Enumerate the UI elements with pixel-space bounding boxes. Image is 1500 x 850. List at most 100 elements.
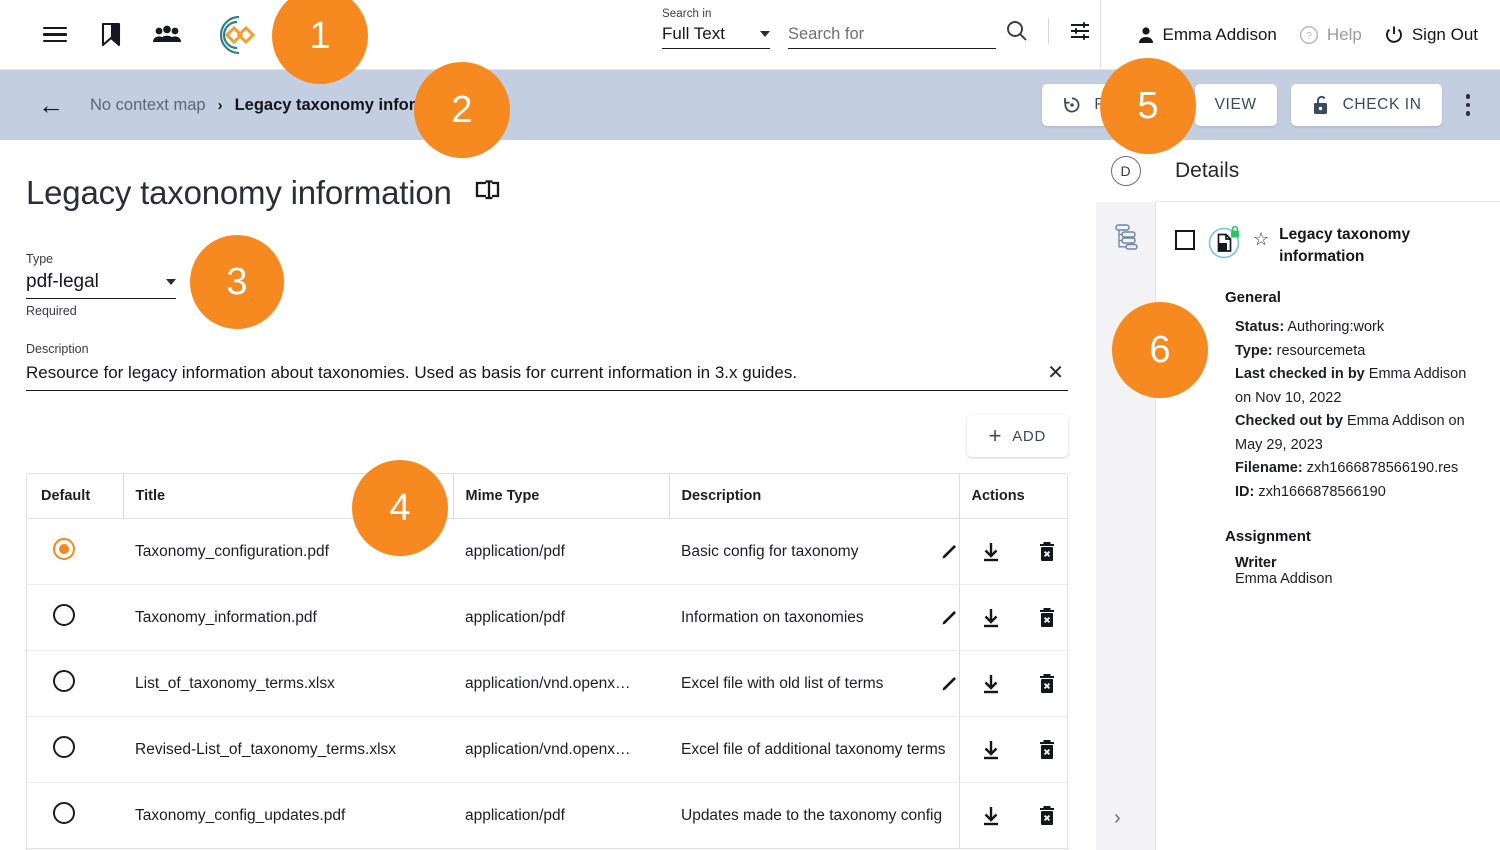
breadcrumb-parent[interactable]: No context map (90, 96, 206, 115)
default-radio[interactable] (53, 538, 75, 560)
type-select-value: pdf-legal (26, 271, 99, 292)
details-field-label: Status: (1235, 319, 1285, 336)
global-search: Search in Full Text Search for (662, 8, 996, 49)
clear-x-icon[interactable]: ✕ (1043, 363, 1068, 383)
back-arrow-icon[interactable]: ← (38, 92, 64, 118)
description-text: Excel file of additional taxonomy terms (681, 740, 946, 758)
cell-default (27, 584, 123, 651)
add-button[interactable]: + ADD (966, 415, 1068, 457)
annotation-badge-5: 5 (1100, 58, 1196, 154)
cell-actions (958, 782, 1069, 848)
cell-description: Information on taxonomies (669, 584, 959, 651)
details-field: Checked out by Emma Addison on May 29, 2… (1235, 410, 1482, 457)
checkbox-icon[interactable] (1175, 230, 1195, 250)
column-header-default[interactable]: Default (27, 474, 123, 519)
details-field-label: Checked out by (1235, 413, 1343, 430)
user-menu[interactable]: Emma Addison (1137, 25, 1277, 45)
details-assignment-person: Emma Addison (1235, 571, 1333, 588)
search-input[interactable]: Search for (788, 25, 996, 49)
hamburger-menu-icon[interactable] (38, 18, 72, 52)
description-input[interactable]: Resource for legacy information about ta… (26, 363, 1068, 391)
table-row[interactable]: Taxonomy_configuration.pdf application/pd… (27, 518, 1069, 585)
details-field: Status: Authoring:work (1235, 316, 1482, 339)
search-icon[interactable] (1000, 14, 1034, 48)
people-icon[interactable] (150, 18, 184, 52)
details-field-value: resourcemeta (1276, 342, 1366, 359)
cell-actions (958, 716, 1069, 783)
edit-pencil-icon[interactable] (939, 674, 959, 694)
add-label: ADD (1012, 427, 1046, 445)
table-row[interactable]: Taxonomy_information.pdf application/pdf I… (27, 584, 1069, 651)
search-in-label: Search in (662, 8, 712, 20)
type-field-label: Type (26, 252, 54, 266)
table-row[interactable]: Taxonomy_config_updates.pdf application/p… (27, 782, 1069, 848)
power-icon (1385, 26, 1402, 43)
details-field-value: Authoring:work (1287, 319, 1385, 336)
details-field: ID: zxh1666878566190 (1235, 481, 1482, 504)
cell-title: Taxonomy_config_updates.pdf (135, 806, 346, 824)
delete-trash-icon[interactable] (1036, 540, 1058, 564)
document-locked-icon (1205, 224, 1243, 262)
page-title-row: Legacy taxonomy information (26, 174, 1066, 212)
star-outline-icon[interactable]: ☆ (1253, 229, 1269, 250)
app-root: Search in Full Text Search for Emma Addi… (0, 0, 1500, 850)
view-button[interactable]: VIEW (1194, 84, 1277, 126)
check-in-button[interactable]: CHECK IN (1290, 84, 1442, 126)
cell-description: Excel file with old list of terms (669, 650, 959, 717)
default-radio[interactable] (53, 604, 75, 626)
delete-trash-icon[interactable] (1036, 804, 1058, 828)
svg-text:?: ? (1306, 30, 1312, 42)
search-in-field[interactable]: Search in Full Text (662, 8, 772, 49)
search-in-select[interactable]: Full Text (662, 24, 770, 49)
table-header-row: Default Title Mime Type Description Acti… (27, 474, 1069, 519)
plus-icon: + (988, 423, 1003, 448)
rename-text-icon[interactable] (474, 179, 502, 207)
column-header-mime-type[interactable]: Mime Type (452, 474, 669, 519)
delete-trash-icon[interactable] (1036, 738, 1058, 762)
infinity-logo-icon[interactable] (206, 12, 260, 58)
type-field-hint: Required (26, 304, 77, 318)
download-icon[interactable] (980, 739, 1002, 761)
details-field: Type: resourcemeta (1235, 340, 1482, 363)
column-header-description[interactable]: Description (668, 474, 959, 519)
annotation-badge-2: 2 (414, 62, 510, 158)
edit-pencil-icon[interactable] (939, 608, 959, 628)
revert-icon (1064, 97, 1080, 113)
top-bar-user-area: Emma Addison ? Help Sign Out (1137, 0, 1478, 70)
type-select[interactable]: pdf-legal (26, 271, 176, 299)
breadcrumb-bar: ← No context map › Legacy taxonomy infor… (0, 70, 1500, 140)
kebab-menu-icon[interactable] (1456, 88, 1481, 122)
view-label: VIEW (1214, 96, 1257, 113)
description-value: Resource for legacy information about ta… (26, 363, 798, 382)
edit-pencil-icon[interactable] (939, 542, 959, 562)
hierarchy-tree-icon[interactable] (1112, 222, 1140, 255)
help-button[interactable]: ? Help (1299, 25, 1362, 45)
table-row[interactable]: Revised-List_of_taxonomy_terms.xlsx appli… (27, 716, 1069, 783)
cell-mime-type: application/pdf (453, 584, 669, 651)
details-field-label: Filename: (1235, 460, 1303, 477)
delete-trash-icon[interactable] (1036, 606, 1058, 630)
default-radio[interactable] (53, 670, 75, 692)
cell-actions (958, 584, 1069, 651)
default-radio[interactable] (53, 736, 75, 758)
download-icon[interactable] (980, 673, 1002, 695)
download-icon[interactable] (980, 541, 1002, 563)
page-title: Legacy taxonomy information (26, 174, 452, 211)
add-button-row: + ADD (26, 415, 1068, 457)
download-icon[interactable] (980, 805, 1002, 827)
description-text: Information on taxonomies (681, 608, 864, 626)
chevron-right-icon[interactable]: › (1114, 807, 1121, 830)
details-field-value: zxh1666878566190 (1258, 483, 1386, 500)
sign-out-button[interactable]: Sign Out (1384, 25, 1478, 45)
download-icon[interactable] (980, 607, 1002, 629)
details-field-value: zxh1666878566190.res (1306, 460, 1459, 477)
cell-actions (958, 650, 1069, 717)
table-row[interactable]: List_of_taxonomy_terms.xlsx application/v… (27, 650, 1069, 717)
delete-trash-icon[interactable] (1036, 672, 1058, 696)
type-field: Type pdf-legal Required (26, 252, 176, 318)
filter-settings-icon[interactable] (1063, 14, 1097, 48)
default-radio[interactable] (53, 802, 75, 824)
details-field: Last checked in by Emma Addison on Nov 1… (1235, 363, 1482, 410)
annotation-badge-6: 6 (1112, 302, 1208, 398)
bookmark-icon[interactable] (94, 18, 128, 52)
